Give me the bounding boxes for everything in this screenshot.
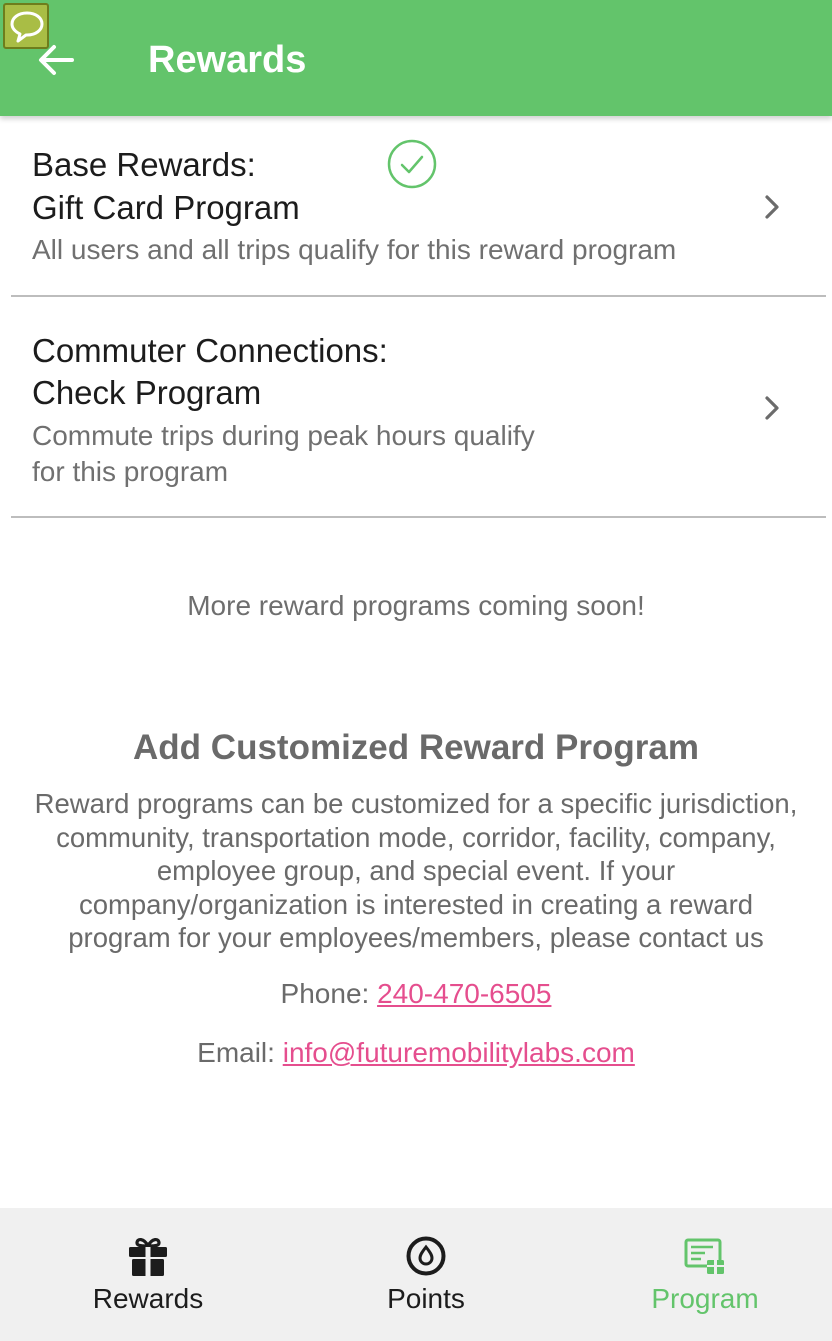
nav-tab-rewards[interactable]: Rewards xyxy=(48,1208,248,1341)
program-title-line2: Gift Card Program xyxy=(32,189,300,226)
page-title: Rewards xyxy=(148,39,307,81)
divider xyxy=(11,516,826,518)
nav-label: Points xyxy=(387,1283,465,1314)
program-title-line2: Check Program xyxy=(32,374,262,411)
nav-tab-program[interactable]: Program xyxy=(605,1208,805,1341)
program-title-line1: Base Rewards: xyxy=(32,146,256,183)
custom-program-description: Reward programs can be customized for a … xyxy=(34,788,798,953)
coming-soon-text: More reward programs coming soon! xyxy=(187,590,645,621)
phone-label: Phone: xyxy=(280,978,378,1009)
phone-link[interactable]: 240-470-6505 xyxy=(377,978,551,1009)
chevron-right-icon xyxy=(765,396,779,420)
program-description-line1: Commute trips during peak hours qualify xyxy=(32,420,535,451)
nav-label: Program xyxy=(651,1283,759,1314)
back-button[interactable] xyxy=(34,40,80,80)
nav-label: Rewards xyxy=(92,1283,204,1314)
points-coin-icon xyxy=(406,1236,446,1276)
nav-tab-points[interactable]: Points xyxy=(326,1208,526,1341)
program-description-line2: for this program xyxy=(32,456,229,487)
email-link[interactable]: info@futuremobilitylabs.com xyxy=(283,1037,635,1068)
app-bar: Rewards xyxy=(0,0,832,116)
email-line: Email: info@futuremobilitylabs.com xyxy=(0,1037,832,1069)
program-row-commuter-connections[interactable]: Commuter Connections: Check Program Comm… xyxy=(0,298,832,518)
program-description: All users and all trips qualify for this… xyxy=(32,234,677,265)
check-circle-icon xyxy=(387,139,437,189)
program-title-line1: Commuter Connections: xyxy=(32,332,388,369)
gift-icon xyxy=(129,1238,167,1276)
divider xyxy=(11,295,826,297)
phone-line: Phone: 240-470-6505 xyxy=(0,978,832,1010)
arrow-left-icon xyxy=(39,45,74,75)
chevron-right-icon xyxy=(765,195,779,219)
custom-program-title: Add Customized Reward Program xyxy=(133,728,699,767)
email-label: Email: xyxy=(197,1037,283,1068)
program-card-icon xyxy=(684,1238,724,1274)
bottom-nav: Rewards Points Program xyxy=(0,1208,832,1341)
